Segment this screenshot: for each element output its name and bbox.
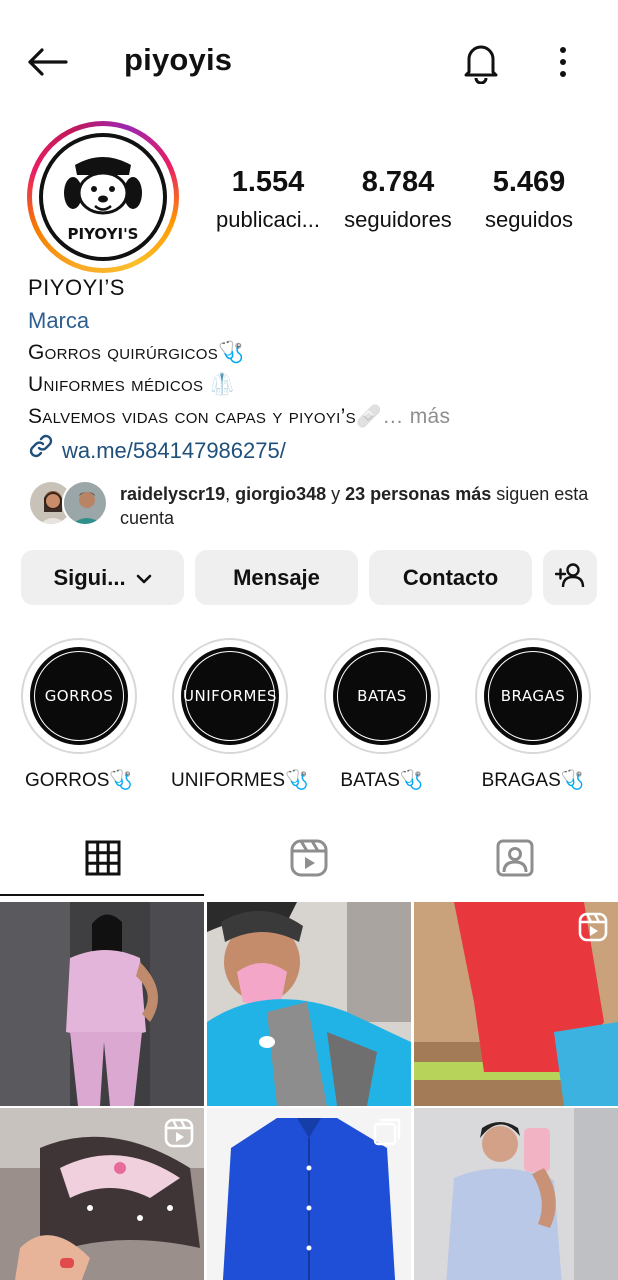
highlight-uniformes[interactable]: UNIFORMES UNIFORMES🩺 [171,638,309,792]
highlight-cover-text: BATAS [357,687,407,705]
notification-bell-icon[interactable] [460,40,502,85]
highlight-batas[interactable]: BATAS BATAS🩺 [323,638,441,792]
highlight-label: GORROS🩺 [24,770,134,791]
tab-reels[interactable] [206,822,412,898]
stat-posts[interactable]: 1.554 publicaci... [203,166,333,233]
followed-by-text: raidelyscr19, giorgio348 y 23 personas m… [120,484,589,528]
bio-line-text: Salvemos vidas con capas y piyoyi’s🩹 [28,405,383,428]
stat-following[interactable]: 5.469 seguidos [464,166,594,233]
back-arrow-icon[interactable] [26,42,70,82]
reel-icon [164,1118,194,1153]
more-options-icon[interactable] [548,44,578,80]
avatar: PIYOYI'S [37,131,169,263]
avatar-logo-text: PIYOYI'S [68,225,139,243]
tab-posts[interactable] [0,822,206,898]
carousel-icon [373,1118,401,1151]
reels-icon [290,839,328,882]
bio-line-last: Salvemos vidas con capas y piyoyi’s🩹… má… [28,401,598,433]
stat-followers[interactable]: 8.784 seguidores [333,166,463,233]
bio-link[interactable]: wa.me/584147986275/ [28,433,598,469]
chevron-down-icon [136,565,152,591]
add-person-icon [554,562,585,594]
profile-category: Marca [28,308,90,333]
following-button-label: Sigui... [53,564,126,590]
highlight-cover-text: GORROS [44,687,114,705]
message-button-label: Mensaje [233,564,320,590]
bio-line: Gorros quirúrgicos🩺 [28,341,245,364]
highlight-label: UNIFORMES🩺 [171,770,309,791]
highlight-cover-text: UNIFORMES [183,687,277,705]
bio-link-text: wa.me/584147986275/ [62,438,286,463]
avatar-story-ring[interactable]: PIYOYI'S [27,121,179,273]
stat-following-value: 5.469 [492,166,566,198]
profile-username: piyoyis [124,42,233,77]
tagged-icon [496,839,534,882]
tab-tagged[interactable] [412,822,618,898]
contact-button[interactable]: Contacto [369,550,532,605]
stat-posts-label: publicaci... [216,207,320,232]
post-thumbnail[interactable] [414,1108,618,1280]
suggested-users-button[interactable] [543,550,597,605]
stat-followers-label: seguidores [344,207,452,232]
post-thumbnail[interactable] [0,902,204,1106]
bio-more-link[interactable]: … más [382,405,450,428]
post-thumbnail[interactable] [414,902,618,1106]
grid-icon [85,840,121,881]
reel-icon [578,912,608,947]
highlight-label: BATAS🩺 [340,770,424,791]
following-button[interactable]: Sigui... [21,550,184,605]
follower-avatar [62,480,108,526]
highlight-label: BRAGAS🩺 [481,770,585,791]
highlight-cover-text: BRAGAS [500,687,566,705]
profile-tabs [0,822,618,898]
highlight-gorros[interactable]: GORROS GORROS🩺 [20,638,138,792]
stat-following-label: seguidos [484,207,574,232]
stat-followers-value: 8.784 [361,166,435,198]
profile-display-name: PIYOYI’S [28,275,125,300]
contact-button-label: Contacto [402,564,499,590]
post-thumbnail[interactable] [207,1108,411,1280]
profile-bio: PIYOYI’S Marca Gorros quirúrgicos🩺 Unifo… [28,272,598,469]
stat-posts-value: 1.554 [231,166,305,198]
top-bar: piyoyis [0,0,618,120]
link-icon [28,433,54,470]
followed-by[interactable]: raidelyscr19, giorgio348 y 23 personas m… [28,480,598,530]
active-tab-indicator [0,894,204,896]
bio-line: Uniformes médicos 🥼 [28,373,236,396]
post-thumbnail[interactable] [207,902,411,1106]
highlight-bragas[interactable]: BRAGAS BRAGAS🩺 [474,638,592,792]
message-button[interactable]: Mensaje [195,550,358,605]
post-thumbnail[interactable] [0,1108,204,1280]
